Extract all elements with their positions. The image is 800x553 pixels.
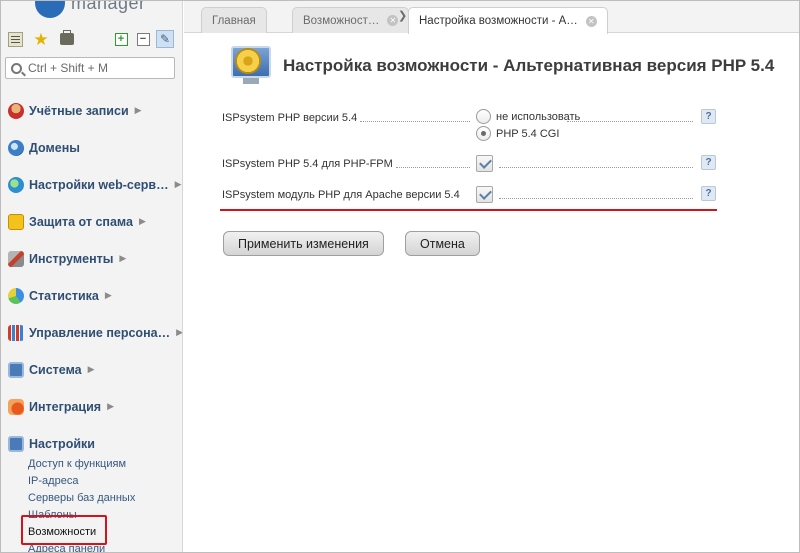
briefcase-icon[interactable] bbox=[57, 29, 77, 49]
plus-icon: + bbox=[114, 32, 128, 46]
search-input[interactable] bbox=[28, 61, 168, 75]
users-icon bbox=[8, 102, 24, 119]
radio-option-none[interactable]: не использовать bbox=[476, 109, 580, 124]
chevron-right-icon: ❯ bbox=[398, 10, 408, 22]
sidebar-item-system[interactable]: Система ▶ bbox=[1, 351, 182, 388]
sidebar: manager ★ + − ✎ Учётные записи ▶ Домены bbox=[1, 1, 183, 552]
radio-label: PHP 5.4 CGI bbox=[496, 127, 560, 140]
chevron-right-icon: ▶ bbox=[87, 364, 95, 374]
tab-label: Возможност… bbox=[303, 14, 380, 27]
chevron-right-icon: ▶ bbox=[174, 179, 182, 189]
sidebar-item-statistics[interactable]: Статистика ▶ bbox=[1, 277, 182, 314]
sidebar-item-tools[interactable]: Инструменты ▶ bbox=[1, 240, 182, 277]
tab-label: Настройка возможности - А… bbox=[419, 15, 578, 27]
chevron-right-icon: ▶ bbox=[176, 327, 183, 337]
help-icon[interactable]: ? bbox=[701, 186, 716, 201]
sidebar-item-label: Домены bbox=[29, 140, 80, 155]
label-leader bbox=[567, 121, 693, 122]
sidebar-item-staff[interactable]: Управление персона… ▶ bbox=[1, 314, 183, 351]
logo-mark bbox=[35, 1, 65, 18]
integration-icon bbox=[8, 398, 24, 415]
sidebar-item-spam[interactable]: Защита от спама ▶ bbox=[1, 203, 182, 240]
menu-search bbox=[5, 57, 175, 79]
submenu-item-ip-addresses[interactable]: IP-адреса bbox=[28, 473, 135, 490]
web-settings-icon bbox=[8, 176, 24, 193]
tools-icon bbox=[8, 250, 24, 267]
sidebar-item-label: Настройки bbox=[29, 436, 95, 451]
domains-icon bbox=[8, 139, 24, 156]
chevron-right-icon: ▶ bbox=[104, 290, 112, 300]
tab-features[interactable]: Возможност… ✕ bbox=[292, 7, 410, 33]
logo: manager bbox=[35, 1, 146, 18]
settings-icon bbox=[8, 435, 24, 452]
minus-icon: − bbox=[136, 32, 150, 46]
close-icon[interactable]: ✕ bbox=[585, 15, 597, 27]
field-label: ISPsystem модуль PHP для Apache версии 5… bbox=[222, 189, 460, 201]
chevron-right-icon: ▶ bbox=[138, 216, 146, 226]
sidebar-nav: Учётные записи ▶ Домены Настройки web-се… bbox=[1, 92, 183, 462]
sidebar-toolbar: ★ + − ✎ bbox=[5, 29, 177, 49]
system-icon bbox=[8, 361, 24, 378]
tab-label: Главная bbox=[212, 14, 256, 27]
label-leader bbox=[499, 198, 693, 199]
sidebar-item-accounts[interactable]: Учётные записи ▶ bbox=[1, 92, 182, 129]
sidebar-item-label: Инструменты bbox=[29, 251, 114, 266]
label-leader bbox=[360, 121, 470, 122]
pin-button[interactable]: ✎ bbox=[155, 29, 175, 49]
highlight-underline bbox=[220, 209, 717, 211]
main-content: Настройка возможности - Альтернативная в… bbox=[184, 34, 799, 552]
chevron-right-icon: ▶ bbox=[134, 105, 142, 115]
close-icon[interactable]: ✕ bbox=[387, 15, 399, 26]
page-header: Настройка возможности - Альтернативная в… bbox=[229, 44, 774, 88]
sidebar-item-label: Защита от спама bbox=[29, 214, 133, 229]
star-icon[interactable]: ★ bbox=[31, 29, 51, 49]
apply-button[interactable]: Применить изменения bbox=[223, 231, 384, 256]
label-leader bbox=[396, 167, 470, 168]
sidebar-item-label: Учётные записи bbox=[29, 103, 129, 118]
sidebar-item-label: Управление персона… bbox=[29, 325, 171, 340]
spam-shield-icon bbox=[8, 213, 24, 230]
field-label: ISPsystem PHP 5.4 для PHP-FPM bbox=[222, 158, 393, 170]
monitor-gear-icon bbox=[229, 44, 273, 88]
current-item-highlight bbox=[21, 515, 107, 545]
radio-option-cgi[interactable]: PHP 5.4 CGI bbox=[476, 126, 559, 141]
field-label: ISPsystem PHP версии 5.4 bbox=[222, 112, 358, 124]
checkbox-php-fpm[interactable] bbox=[476, 155, 493, 172]
sidebar-item-label: Статистика bbox=[29, 288, 99, 303]
submenu-item-function-access[interactable]: Доступ к функциям bbox=[28, 456, 135, 473]
help-icon[interactable]: ? bbox=[701, 155, 716, 170]
sidebar-item-domains[interactable]: Домены bbox=[1, 129, 182, 166]
help-icon[interactable]: ? bbox=[701, 109, 716, 124]
statistics-icon bbox=[8, 287, 24, 304]
staff-icon bbox=[8, 324, 24, 341]
search-icon bbox=[11, 62, 22, 74]
label-leader bbox=[499, 167, 693, 168]
tab-bar: Главная Возможност… ✕ ❯ Настройка возмож… bbox=[184, 1, 799, 34]
sidebar-item-label: Интеграция bbox=[29, 399, 102, 414]
checkbox[interactable] bbox=[476, 186, 493, 203]
list-icon[interactable] bbox=[5, 29, 25, 49]
chevron-right-icon: ▶ bbox=[119, 253, 127, 263]
tab-feature-settings[interactable]: Настройка возможности - А… ✕ bbox=[408, 7, 608, 34]
page-title: Настройка возможности - Альтернативная в… bbox=[283, 56, 775, 75]
chevron-right-icon: ▶ bbox=[107, 401, 114, 411]
sidebar-item-web-settings[interactable]: Настройки web-серв… ▶ bbox=[1, 166, 182, 203]
radio-button-selected[interactable] bbox=[476, 126, 491, 141]
sidebar-item-label: Настройки web-серв… bbox=[29, 177, 169, 192]
expand-all-button[interactable]: + bbox=[111, 29, 131, 49]
window: manager ★ + − ✎ Учётные записи ▶ Домены bbox=[0, 0, 800, 553]
submenu-item-db-servers[interactable]: Серверы баз данных bbox=[28, 490, 135, 507]
checkbox[interactable] bbox=[476, 155, 493, 172]
sidebar-item-label: Система bbox=[29, 362, 82, 377]
logo-text: manager bbox=[71, 1, 146, 13]
collapse-all-button[interactable]: − bbox=[133, 29, 153, 49]
checkbox-apache-module[interactable] bbox=[476, 186, 493, 203]
radio-button[interactable] bbox=[476, 109, 491, 124]
cancel-button[interactable]: Отмена bbox=[405, 231, 480, 256]
tab-home[interactable]: Главная bbox=[201, 7, 267, 33]
pin-icon: ✎ bbox=[156, 30, 174, 48]
sidebar-item-integration[interactable]: Интеграция ▶ bbox=[1, 388, 182, 425]
